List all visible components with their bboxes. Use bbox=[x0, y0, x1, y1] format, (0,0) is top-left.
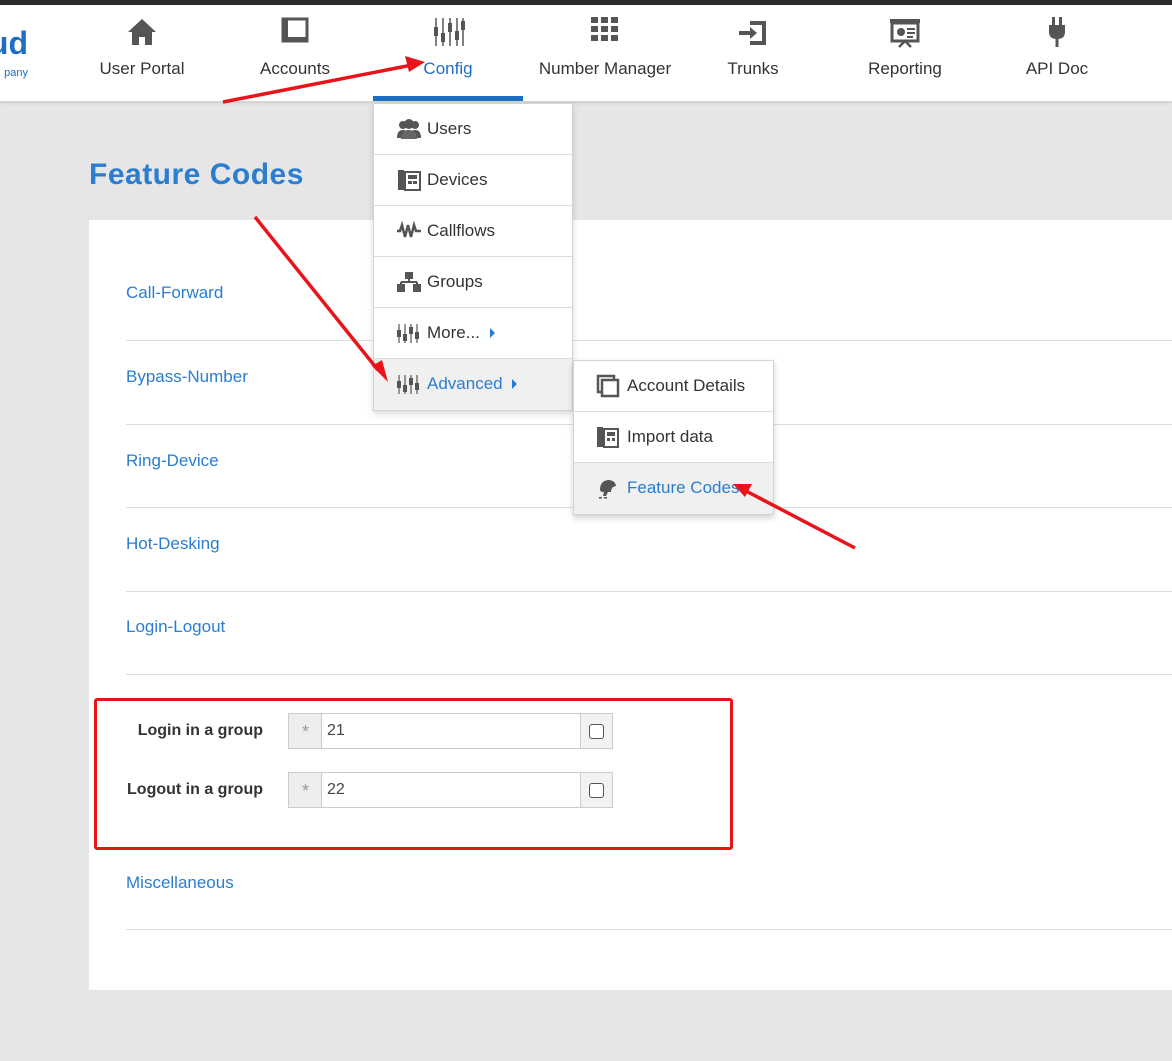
section-link-miscellaneous[interactable]: Miscellaneous bbox=[126, 873, 234, 893]
equalizer-icon bbox=[397, 375, 419, 394]
submenu-item-account-details-label: Account Details bbox=[627, 376, 746, 395]
menu-item-groups[interactable]: Groups bbox=[374, 257, 572, 308]
section-hot-desking: Hot-Desking bbox=[126, 508, 1172, 592]
menu-item-devices-label: Devices bbox=[427, 170, 488, 189]
presentation-icon bbox=[890, 19, 920, 48]
equalizer-icon bbox=[397, 324, 419, 343]
menu-item-callflows-label: Callflows bbox=[427, 221, 496, 240]
submenu-item-account-details[interactable]: Account Details bbox=[574, 361, 773, 412]
section-login-logout: Login-Logout bbox=[126, 592, 1172, 675]
nav-accounts[interactable]: Accounts bbox=[235, 5, 355, 97]
keypad-icon bbox=[591, 17, 618, 41]
nav-trunks-label: Trunks bbox=[727, 59, 779, 78]
nav-api-doc[interactable]: API Doc bbox=[1007, 5, 1107, 97]
nav-accounts-label: Accounts bbox=[260, 59, 330, 78]
window-icon bbox=[281, 17, 309, 43]
bird-icon bbox=[599, 480, 616, 499]
section-link-login-logout[interactable]: Login-Logout bbox=[126, 617, 225, 637]
submenu-item-feature-codes[interactable]: Feature Codes bbox=[574, 463, 773, 514]
window-stack-icon bbox=[596, 374, 620, 398]
nav-user-portal[interactable]: User Portal bbox=[82, 5, 202, 97]
section-link-call-forward[interactable]: Call-Forward bbox=[126, 283, 223, 303]
menu-item-groups-label: Groups bbox=[427, 272, 483, 291]
login-arrow-icon bbox=[739, 21, 766, 45]
menu-item-advanced-label: Advanced bbox=[427, 374, 503, 393]
section-miscellaneous: Miscellaneous bbox=[126, 850, 1172, 930]
section-call-forward: Call-Forward bbox=[126, 258, 1172, 341]
waveform-icon bbox=[397, 220, 421, 238]
submenu-item-import-data[interactable]: Import data bbox=[574, 412, 773, 463]
plug-icon bbox=[1049, 17, 1065, 47]
menu-item-callflows[interactable]: Callflows bbox=[374, 206, 572, 257]
menu-item-users-label: Users bbox=[427, 119, 472, 138]
nav-trunks[interactable]: Trunks bbox=[703, 5, 803, 97]
chevron-right-icon bbox=[512, 379, 517, 389]
phone-device-icon bbox=[398, 170, 421, 191]
house-icon bbox=[128, 19, 156, 45]
section-link-hot-desking[interactable]: Hot-Desking bbox=[126, 534, 220, 554]
brand-logo[interactable]: ud pany bbox=[0, 25, 40, 85]
menu-item-users[interactable]: Users bbox=[374, 104, 572, 155]
annotation-highlight-box bbox=[94, 698, 733, 850]
menu-item-devices[interactable]: Devices bbox=[374, 155, 572, 206]
equalizer-icon bbox=[434, 18, 465, 46]
brand-tagline: pany bbox=[4, 67, 28, 79]
chevron-right-icon bbox=[490, 328, 495, 338]
advanced-submenu: Account Details Import data Feature Code… bbox=[573, 360, 774, 515]
config-dropdown-menu: Users Devices Callflows Groups More... A… bbox=[373, 103, 573, 411]
nav-config-label: Config bbox=[423, 59, 473, 78]
submenu-item-import-data-label: Import data bbox=[627, 427, 713, 446]
menu-item-more[interactable]: More... bbox=[374, 308, 572, 359]
nav-api-doc-label: API Doc bbox=[1025, 59, 1089, 78]
menu-item-more-label: More... bbox=[427, 323, 480, 342]
page-title: Feature Codes bbox=[89, 158, 304, 191]
phone-device-icon bbox=[597, 427, 619, 448]
nav-number-manager[interactable]: Number Manager bbox=[535, 5, 675, 97]
active-tab-indicator bbox=[373, 96, 523, 101]
nav-config[interactable]: Config bbox=[373, 5, 523, 97]
section-link-bypass-number[interactable]: Bypass-Number bbox=[126, 367, 248, 387]
brand-name: ud bbox=[0, 25, 28, 61]
submenu-item-feature-codes-label: Feature Codes bbox=[627, 478, 740, 497]
section-link-ring-device[interactable]: Ring-Device bbox=[126, 451, 219, 471]
nav-reporting[interactable]: Reporting bbox=[845, 5, 965, 97]
nav-number-manager-label: Number Manager bbox=[538, 59, 672, 78]
nav-reporting-label: Reporting bbox=[868, 59, 942, 78]
users-icon bbox=[397, 119, 421, 139]
hierarchy-icon bbox=[397, 272, 421, 292]
menu-item-advanced[interactable]: Advanced bbox=[374, 359, 572, 410]
nav-user-portal-label: User Portal bbox=[99, 59, 185, 78]
